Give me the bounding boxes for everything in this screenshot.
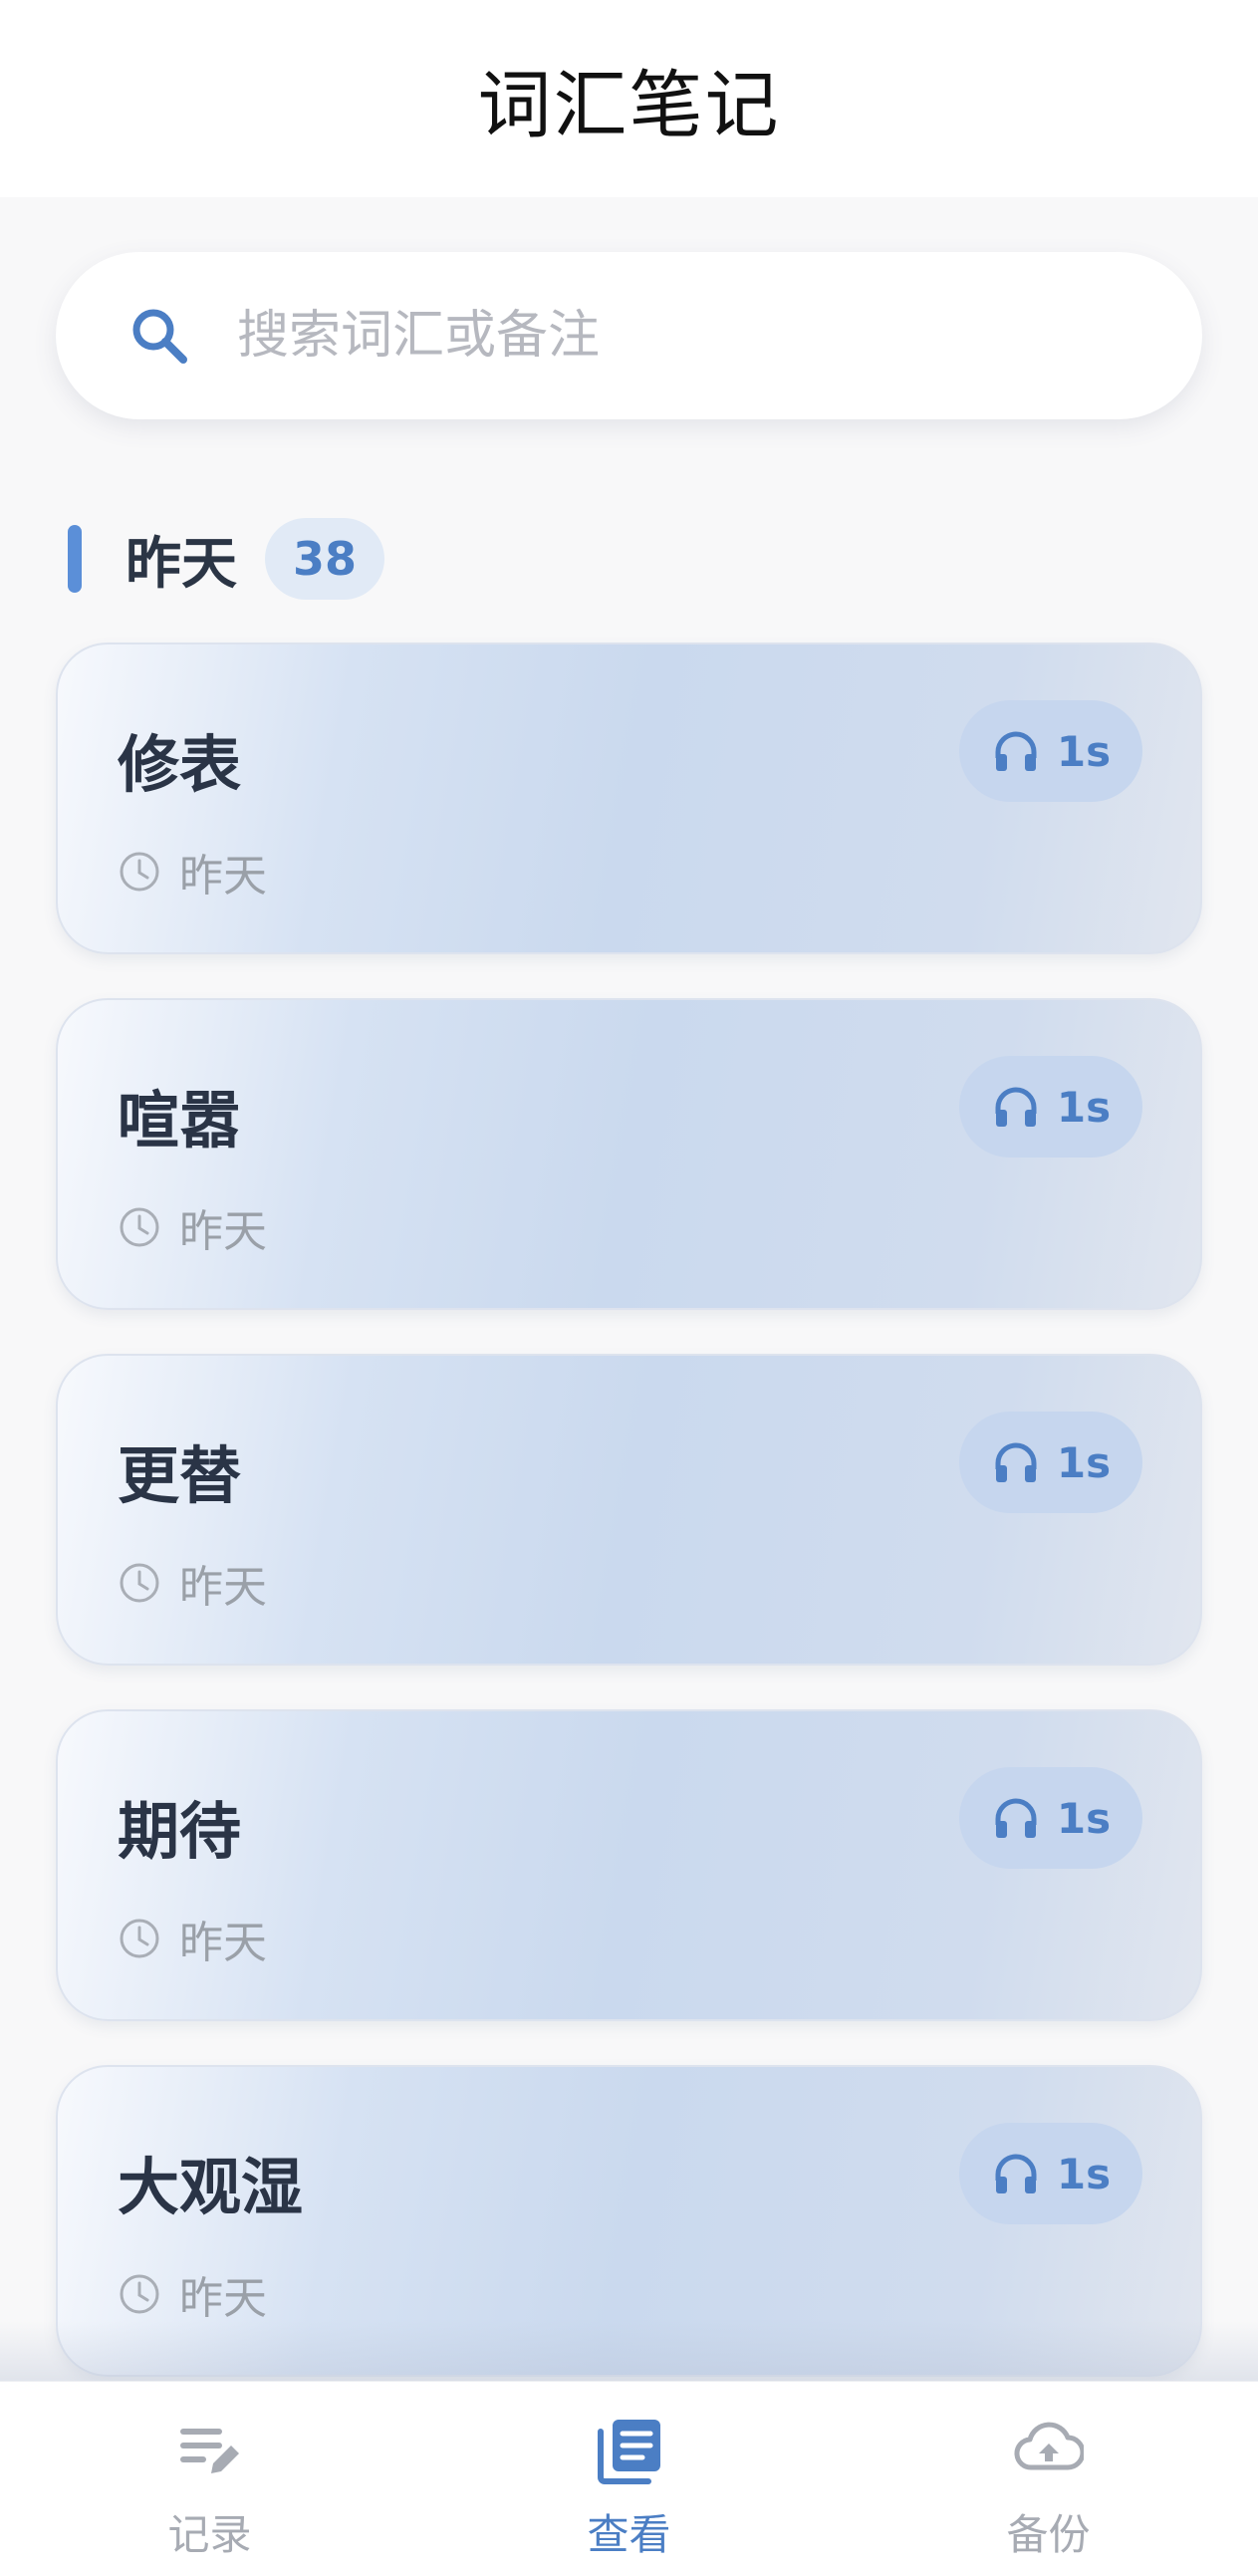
cloud-upload-icon (1013, 2422, 1084, 2470)
headphones-icon (995, 1087, 1037, 1127)
audio-play-button[interactable]: 1s (959, 1412, 1142, 1513)
card-meta: 昨天 (118, 2262, 267, 2326)
clock-icon (120, 1919, 159, 1958)
headphones-icon (995, 731, 1037, 771)
audio-play-button[interactable]: 1s (959, 700, 1142, 802)
notebook-icon (597, 2420, 660, 2484)
card-time: 昨天 (179, 1918, 267, 1968)
section-count-badge: 38 (265, 518, 385, 600)
word-text: 修表 (118, 728, 242, 801)
date-section-header: 昨天 38 (68, 518, 385, 600)
audio-duration: 1s (1056, 2149, 1112, 2198)
nav-label-record: 记录 (167, 2510, 252, 2559)
clock-icon (120, 1207, 159, 1247)
audio-play-button[interactable]: 1s (959, 1767, 1142, 1869)
headphones-icon (995, 1442, 1037, 1482)
nav-tab-view[interactable]: 查看 (419, 2382, 839, 2576)
nav-tab-backup[interactable]: 备份 (839, 2382, 1258, 2576)
card-time: 昨天 (179, 1206, 267, 1257)
card-time: 昨天 (179, 851, 267, 902)
word-card[interactable]: 大观湿 昨天 1s (56, 2065, 1202, 2377)
card-time: 昨天 (179, 1562, 267, 1613)
search-bar[interactable] (56, 252, 1202, 419)
audio-duration: 1s (1056, 726, 1112, 776)
nav-label-backup: 备份 (1006, 2510, 1091, 2559)
audio-duration: 1s (1056, 1793, 1112, 1843)
word-card[interactable]: 喧嚣 昨天 1s (56, 998, 1202, 1310)
nav-label-view: 查看 (587, 2510, 671, 2559)
clock-icon (120, 852, 159, 892)
app-header: 词汇笔记 (0, 0, 1258, 197)
word-card[interactable]: 修表 昨天 1s (56, 643, 1202, 954)
clock-icon (120, 1563, 159, 1603)
word-text: 更替 (118, 1439, 242, 1512)
nav-tab-record[interactable]: 记录 (0, 2382, 419, 2576)
card-time: 昨天 (179, 2273, 267, 2324)
search-input[interactable] (237, 252, 1133, 419)
word-card[interactable]: 期待 昨天 1s (56, 1709, 1202, 2021)
clock-icon (120, 2274, 159, 2314)
word-text: 大观湿 (118, 2151, 304, 2223)
word-text: 喧嚣 (118, 1084, 242, 1157)
word-card[interactable]: 更替 昨天 1s (56, 1354, 1202, 1666)
edit-list-icon (179, 2429, 239, 2473)
headphones-icon (995, 2154, 1037, 2193)
card-meta: 昨天 (118, 1195, 267, 1259)
audio-play-button[interactable]: 1s (959, 1056, 1142, 1158)
headphones-icon (995, 1798, 1037, 1838)
page-title: 词汇笔记 (477, 62, 781, 148)
audio-duration: 1s (1056, 1082, 1112, 1132)
bottom-navigation: 记录 查看 备份 (0, 2381, 1258, 2576)
card-meta: 昨天 (118, 1907, 267, 1970)
audio-duration: 1s (1056, 1437, 1112, 1487)
section-label: 昨天 (126, 531, 237, 597)
card-meta: 昨天 (118, 840, 267, 903)
card-meta: 昨天 (118, 1551, 267, 1615)
search-icon (132, 309, 187, 364)
word-list: 修表 昨天 1s 喧嚣 昨天 1s 更替 昨天 1s 期待 昨天 1s 大观湿 … (56, 643, 1202, 2421)
app-root: 词汇笔记 昨天 38 修表 昨天 1s 喧嚣 (0, 0, 1258, 2576)
audio-play-button[interactable]: 1s (959, 2123, 1142, 2224)
section-accent-bar (68, 525, 82, 593)
word-text: 期待 (118, 1795, 242, 1868)
